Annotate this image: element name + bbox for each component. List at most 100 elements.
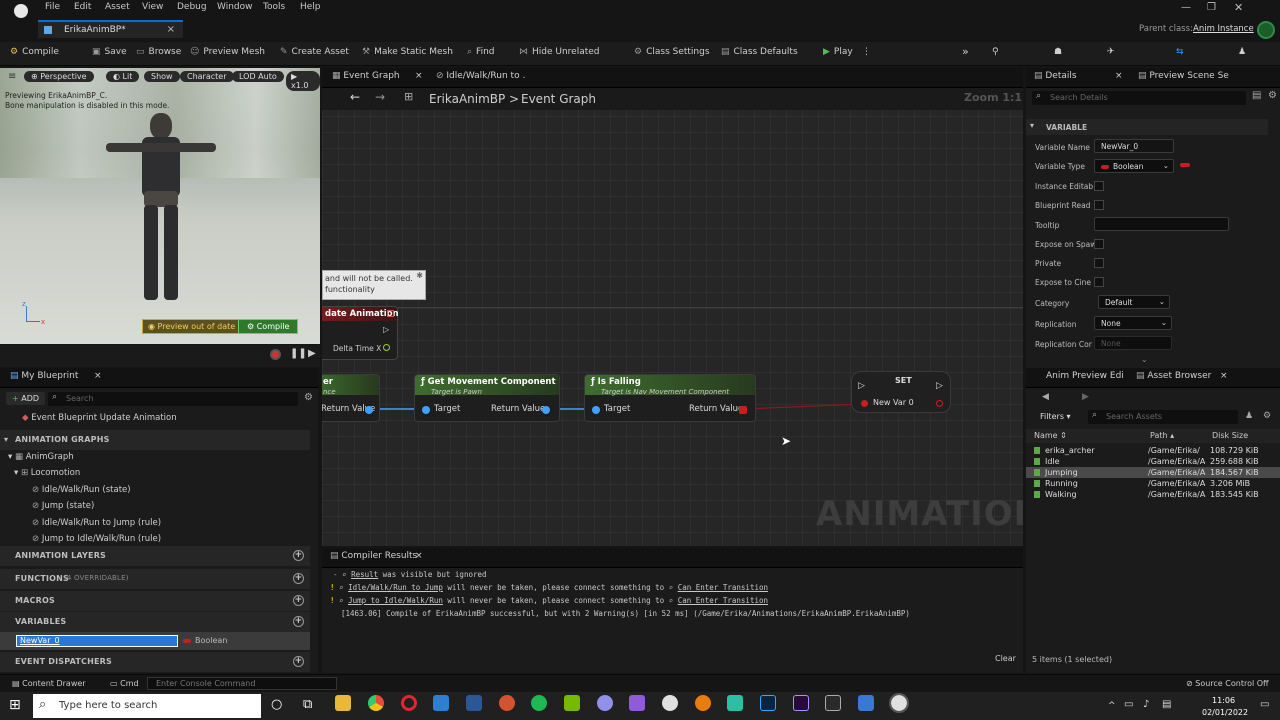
compile-button[interactable]: ⚙ Compile (10, 47, 59, 57)
history-forward-icon[interactable]: ▶ (1082, 392, 1089, 402)
variable-section-header[interactable]: ▾ VARIABLE (1026, 119, 1268, 135)
section-animation-layers[interactable]: ANIMATION LAYERS + (0, 546, 310, 566)
event-item[interactable]: ◆ Event Blueprint Update Animation (22, 413, 177, 423)
record-icon[interactable] (270, 349, 281, 360)
asset-row[interactable]: Running/Game/Erika/A 3.206 MiB (1026, 478, 1280, 489)
discord-icon[interactable] (597, 695, 613, 711)
close-tab-icon[interactable]: × (167, 24, 175, 35)
menu-asset[interactable]: Asset (105, 2, 130, 12)
lod-button[interactable]: LOD Auto (232, 71, 284, 82)
preview-mesh-button[interactable]: ☺ Preview Mesh (190, 47, 265, 57)
tree-jump-state[interactable]: ⊘ Jump (state) (32, 501, 94, 511)
console-input[interactable]: Enter Console Command (147, 677, 337, 690)
pause-icon[interactable]: ❚❚ (290, 348, 307, 359)
save-button[interactable]: ▣ Save (92, 47, 127, 57)
asset-row[interactable]: Walking/Game/Erika/A 183.545 KiB (1026, 489, 1280, 500)
filters-button[interactable]: Filters ▾ (1040, 412, 1071, 421)
variable-row[interactable]: NewVar_0 Boolean (0, 632, 310, 650)
unreal-logo-icon[interactable] (14, 4, 28, 18)
close-details-icon[interactable]: × (1115, 71, 1123, 81)
source-control-status[interactable]: ⊘ Source Control Off (1186, 679, 1269, 688)
powerpoint-icon[interactable] (499, 695, 515, 711)
settings-gear-icon[interactable]: ⚙ (304, 392, 313, 403)
add-macro-icon[interactable]: + (293, 595, 304, 606)
viewport-compile-button[interactable]: ⚙ Compile (238, 319, 299, 334)
advanced-expand-icon[interactable]: ⌄ (1141, 355, 1148, 364)
network-icon[interactable]: ▭ (1124, 699, 1133, 710)
menu-tools[interactable]: Tools (263, 2, 285, 12)
vpn-app-icon[interactable] (858, 695, 874, 711)
taskbar-search-input[interactable]: ⌕ Type here to search (33, 694, 261, 718)
perspective-button[interactable]: ⊕ Perspective (24, 71, 94, 82)
partial-function-node[interactable]: er nce Return Value (322, 374, 380, 422)
header-path[interactable]: Path ▴ (1150, 431, 1174, 440)
details-search-input[interactable]: ⌕ Search Details (1032, 91, 1246, 105)
viewport-menu-icon[interactable]: ≡ (8, 71, 16, 82)
photoshop-icon[interactable] (760, 695, 776, 711)
add-function-icon[interactable]: + (293, 573, 304, 584)
word-icon[interactable] (466, 695, 482, 711)
set-bool-in-pin[interactable] (861, 400, 868, 407)
container-type-icon[interactable] (1180, 163, 1190, 167)
hide-unrelated-button[interactable]: ⋈ Hide Unrelated (519, 47, 600, 57)
menu-debug[interactable]: Debug (177, 2, 207, 12)
asset-browser-tab[interactable]: ▤ Asset Browser (1136, 371, 1211, 381)
tooltip-field[interactable] (1094, 217, 1229, 231)
partial-return-pin[interactable] (365, 406, 373, 414)
cortana-icon[interactable]: ○ (271, 697, 282, 712)
blender-icon[interactable] (695, 695, 711, 711)
animation-mode-icon[interactable]: ✈ (1107, 47, 1115, 57)
asset-row[interactable]: Jumping/Game/Erika/A 184.567 KiB (1026, 467, 1280, 478)
lit-button[interactable]: ◐ Lit (106, 71, 140, 82)
terminal-app-icon[interactable] (727, 695, 743, 711)
instance-editable-checkbox[interactable] (1094, 181, 1104, 191)
falling-return-pin[interactable] (739, 406, 747, 414)
menu-edit[interactable]: Edit (74, 2, 91, 12)
gmc-return-pin[interactable] (542, 406, 550, 414)
content-drawer-button[interactable]: ▤ Content Drawer (12, 679, 86, 688)
menu-window[interactable]: Window (217, 2, 253, 12)
show-button[interactable]: Show (144, 71, 180, 82)
add-variable-icon[interactable]: + (293, 616, 304, 627)
close-window-icon[interactable]: ✕ (1234, 1, 1243, 14)
set-bool-out-pin[interactable] (936, 400, 943, 407)
viewport[interactable]: ≡ ⊕ Perspective ◐ Lit Show Character LOD… (0, 68, 320, 344)
section-variables[interactable]: VARIABLES + (0, 612, 310, 632)
compiler-line-1-link[interactable]: Result (351, 570, 378, 579)
minimize-icon[interactable]: — (1181, 2, 1191, 13)
tree-rule-to-idle[interactable]: ⊘ Jump to Idle/Walk/Run (rule) (32, 534, 161, 544)
category-dropdown[interactable]: Default ⌄ (1098, 295, 1170, 309)
tree-rule-to-jump[interactable]: ⊘ Idle/Walk/Run to Jump (rule) (32, 518, 161, 528)
unreal-editor-active-icon[interactable] (889, 693, 909, 713)
mesh-mode-icon[interactable]: ☗ (1054, 47, 1062, 57)
clear-button[interactable]: Clear (995, 654, 1016, 663)
anim-preview-editor-tab[interactable]: Anim Preview Edi (1046, 371, 1124, 381)
asset-search-input[interactable]: ⌕ Search Assets (1088, 410, 1238, 424)
menu-view[interactable]: View (142, 2, 163, 12)
add-dispatcher-icon[interactable]: + (293, 656, 304, 667)
epic-games-icon[interactable] (825, 695, 841, 711)
character-button[interactable]: Character (180, 71, 234, 82)
menu-help[interactable]: Help (300, 2, 321, 12)
tree-locomotion[interactable]: ▾ ⊞ Locomotion (14, 468, 80, 478)
gmc-target-pin[interactable] (422, 406, 430, 414)
asset-settings-icon[interactable]: ⚙ (1263, 411, 1271, 421)
details-settings-icon[interactable]: ⚙ (1268, 90, 1277, 101)
compiler-results-tab[interactable]: ▤ Compiler Results (330, 551, 417, 561)
spotify-icon[interactable] (531, 695, 547, 711)
graph-editor[interactable]: ▦ Event Graph × ⊘ Idle/Walk/Run to . ← →… (322, 68, 1023, 546)
play-button[interactable]: ▶ Play (823, 47, 853, 57)
play-options-icon[interactable]: ⋮ (862, 47, 871, 57)
falling-target-pin[interactable] (592, 406, 600, 414)
blueprint-search-input[interactable]: ⌕ Search (48, 392, 298, 406)
blueprint-mode-icon[interactable]: ⇆ (1176, 47, 1184, 57)
section-functions[interactable]: FUNCTIONS (4 OVERRIDABLE) + (0, 569, 310, 589)
skeleton-mode-icon[interactable]: ⚲ (992, 47, 999, 57)
section-animation-graphs[interactable]: ▾ ANIMATION GRAPHS (0, 430, 310, 450)
close-asset-browser-icon[interactable]: × (1220, 371, 1228, 381)
windows-start-icon[interactable]: ⊞ (9, 697, 21, 713)
asset-row[interactable]: erika_archer/Game/Erika/108.729 KiB (1026, 445, 1280, 456)
set-exec-in-pin[interactable]: ▷ (858, 381, 865, 391)
clock-date[interactable]: 02/01/2022 (1202, 708, 1248, 717)
clock-time[interactable]: 11:06 (1212, 696, 1235, 705)
